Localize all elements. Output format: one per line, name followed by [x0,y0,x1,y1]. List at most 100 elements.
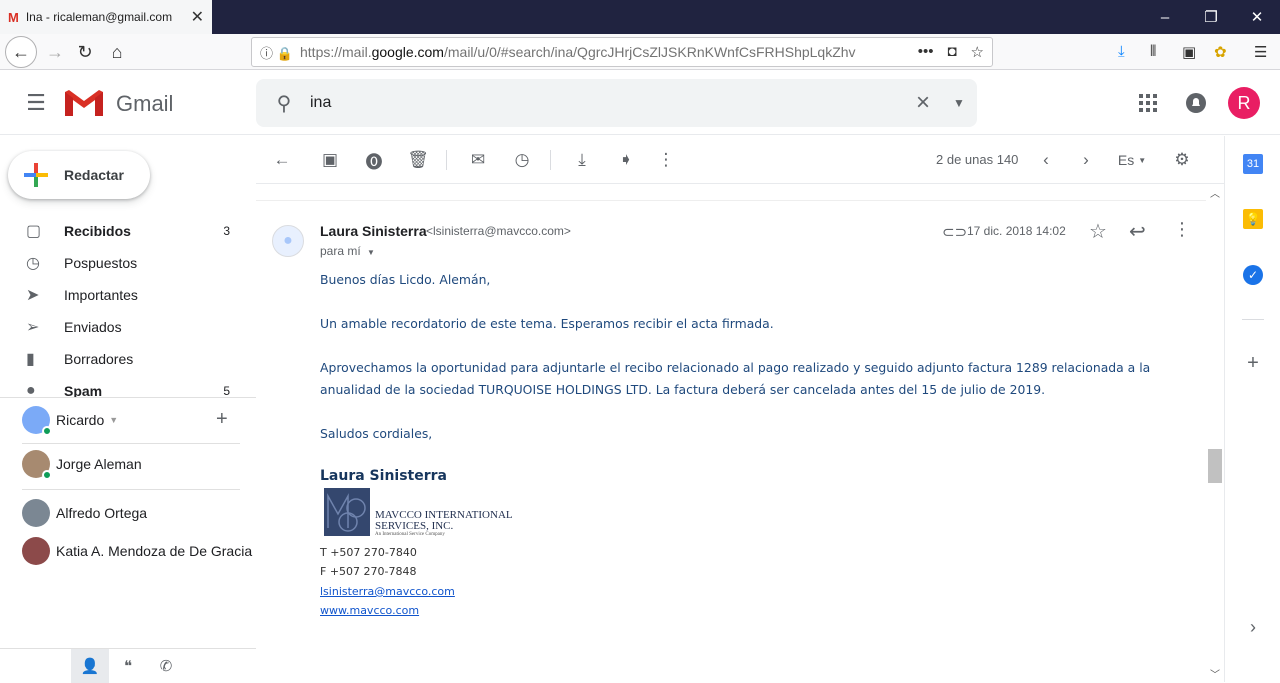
close-tab-icon[interactable]: ✕ [191,7,204,27]
phone-tab-icon[interactable]: ✆ [147,649,185,683]
main-menu-icon[interactable]: ☰ [22,89,50,117]
input-tools-button[interactable]: Es ▼ [1114,148,1150,172]
new-conversation-icon[interactable]: + [216,408,228,431]
sidebar-item-enviados[interactable]: ➢ Enviados [0,311,256,343]
message-more-icon[interactable]: ⋮ [1173,219,1191,240]
contact-avatar [22,499,50,527]
report-spam-icon[interactable]: ⓿ [362,148,386,172]
company-tagline: An International Service Company [375,532,445,537]
back-button[interactable]: ← [5,36,37,68]
scroll-down-icon[interactable]: ﹀ [1206,666,1224,681]
scroll-up-icon[interactable]: ︿ [1206,185,1224,200]
forward-button[interactable]: → [40,37,70,67]
notifications-icon[interactable] [1184,91,1208,115]
scroll-thumb[interactable] [1208,449,1222,483]
restore-window-button[interactable]: ❐ [1188,0,1234,34]
keep-icon[interactable]: 💡 [1243,209,1263,229]
sidebar-item-recibidos[interactable]: ▢ Recibidos 3 [0,215,256,247]
browser-menu-icon[interactable]: ☰ [1254,43,1267,61]
recipient-details[interactable]: para mí ▼ [320,244,375,258]
snooze-icon: ◷ [26,255,40,272]
newer-icon[interactable]: ‹ [1034,148,1058,172]
sender-name[interactable]: Laura Sinisterra [320,223,427,239]
tasks-icon[interactable]: ✓ [1243,265,1263,285]
add-addon-icon[interactable]: + [1243,352,1263,374]
older-icon[interactable]: › [1074,148,1098,172]
sidebar-item-count: 5 [223,384,230,397]
company-logo: MAVCCO INTERNATIONAL SERVICES, INC. An I… [320,488,516,538]
site-info-icon[interactable]: ⓘ 🔒 [252,43,300,62]
search-bar[interactable]: ⚲ ina × ▼ [256,79,977,127]
url-bar[interactable]: ⓘ 🔒 https://mail.google.com/mail/u/0/#se… [251,37,993,67]
email-message: ● Laura Sinisterra <lsinisterra@mavcco.c… [256,185,1206,682]
chevron-down-icon: ▼ [1138,155,1147,165]
contact-name: Jorge Aleman [56,456,142,472]
label-icon[interactable]: ➧ [614,148,638,172]
sidebar-item-borradores[interactable]: ▮ Borradores [0,343,256,375]
hangouts-footer: 👤 ❝ ✆ [0,648,256,683]
minimize-window-button[interactable]: – [1142,0,1188,34]
compose-button[interactable]: Redactar [8,151,150,199]
mark-unread-icon[interactable]: ✉ [466,148,490,172]
snooze-icon[interactable]: ◷ [510,148,534,172]
conversations-tab-icon[interactable]: ❝ [109,649,147,683]
signature-fax: F +507 270-7848 [320,565,417,578]
downloads-icon[interactable]: ⤓ [1118,43,1125,60]
contacts-tab-icon[interactable]: 👤 [71,649,109,683]
search-input[interactable]: ina [306,94,905,112]
close-window-button[interactable]: ✕ [1234,0,1280,34]
apps-grid-icon[interactable] [1136,91,1160,115]
sidebar-nav: ▢ Recibidos 3 ◷ Pospuestos ➤ Importantes ➢ Envia… [0,215,256,397]
more-actions-icon[interactable]: ⋮ [654,148,678,172]
move-to-icon[interactable]: ⤓ [570,148,594,172]
lock-icon: 🔒 [276,45,293,61]
bookmark-star-icon[interactable]: ☆ [971,43,984,61]
sidebar-item-label: Pospuestos [64,255,138,271]
page-actions-icon[interactable]: ••• [918,43,934,61]
archive-icon[interactable]: ▣ [318,148,342,172]
chevron-down-icon[interactable]: ▼ [109,415,118,425]
sidebar-item-importantes[interactable]: ➤ Importantes [0,279,256,311]
gmail-favicon-icon: M [8,9,19,25]
signature-email-link[interactable]: lsinisterra@mavcco.com [320,585,455,598]
gmail-logo-icon[interactable] [65,88,103,118]
browser-tab-bar: M Ina - ricaleman@gmail.com ✕ – ❐ ✕ [0,0,1280,34]
star-icon[interactable]: ☆ [1089,219,1107,244]
contact-item[interactable]: Alfredo Ortega [22,499,147,527]
search-icon[interactable]: ⚲ [256,91,306,116]
sidebar-item-label: Enviados [64,319,122,335]
hangouts-user[interactable]: Ricardo ▼ [22,406,118,436]
pagination-text: 2 de unas 140 [936,152,1019,167]
gmail-logo-text[interactable]: Gmail [116,91,173,117]
account-avatar[interactable]: R [1228,87,1260,119]
sidebar-item-pospuestos[interactable]: ◷ Pospuestos [0,247,256,279]
signature-web-link[interactable]: www.mavcco.com [320,604,419,617]
message-scrollbar[interactable]: ︿ ﹀ [1206,185,1224,682]
logo-mark-icon [324,488,370,536]
home-button[interactable]: ⌂ [102,37,132,67]
delete-icon[interactable]: 🗑 [406,148,430,172]
browser-tab[interactable]: M Ina - ricaleman@gmail.com ✕ [0,0,212,34]
contact-item[interactable]: Jorge Aleman [22,450,142,480]
pocket-icon[interactable]: ◘ [947,43,956,61]
library-icon[interactable]: ⫴ [1150,43,1156,60]
contact-avatar [22,537,50,565]
browser-nav-bar: ← → ↻ ⌂ ⓘ 🔒 https://mail.google.com/mail… [0,34,1280,70]
inbox-icon: ▢ [26,223,42,240]
sidebar-item-label: Borradores [64,351,134,367]
calendar-icon[interactable]: 31 [1243,154,1263,174]
extension-icon[interactable]: ✿ [1214,43,1227,61]
reload-button[interactable]: ↻ [70,37,100,67]
sidebar-item-spam[interactable]: ● Spam 5 [0,375,256,397]
expand-panel-icon[interactable]: › [1243,617,1263,637]
clear-search-icon[interactable]: × [905,89,941,117]
attachment-icon: ⊂⊃ [942,224,968,241]
reply-icon[interactable]: ↩ [1129,219,1146,244]
back-to-list-icon[interactable]: ← [270,148,294,172]
language-label: Es [1117,152,1135,168]
sidebar-toggle-icon[interactable]: ▣ [1182,43,1196,61]
search-options-icon[interactable]: ▼ [941,96,977,110]
tab-title: Ina - ricaleman@gmail.com [25,10,173,24]
settings-gear-icon[interactable]: ⚙ [1170,148,1194,172]
contact-item[interactable]: Katia A. Mendoza de De Gracia [22,537,252,565]
